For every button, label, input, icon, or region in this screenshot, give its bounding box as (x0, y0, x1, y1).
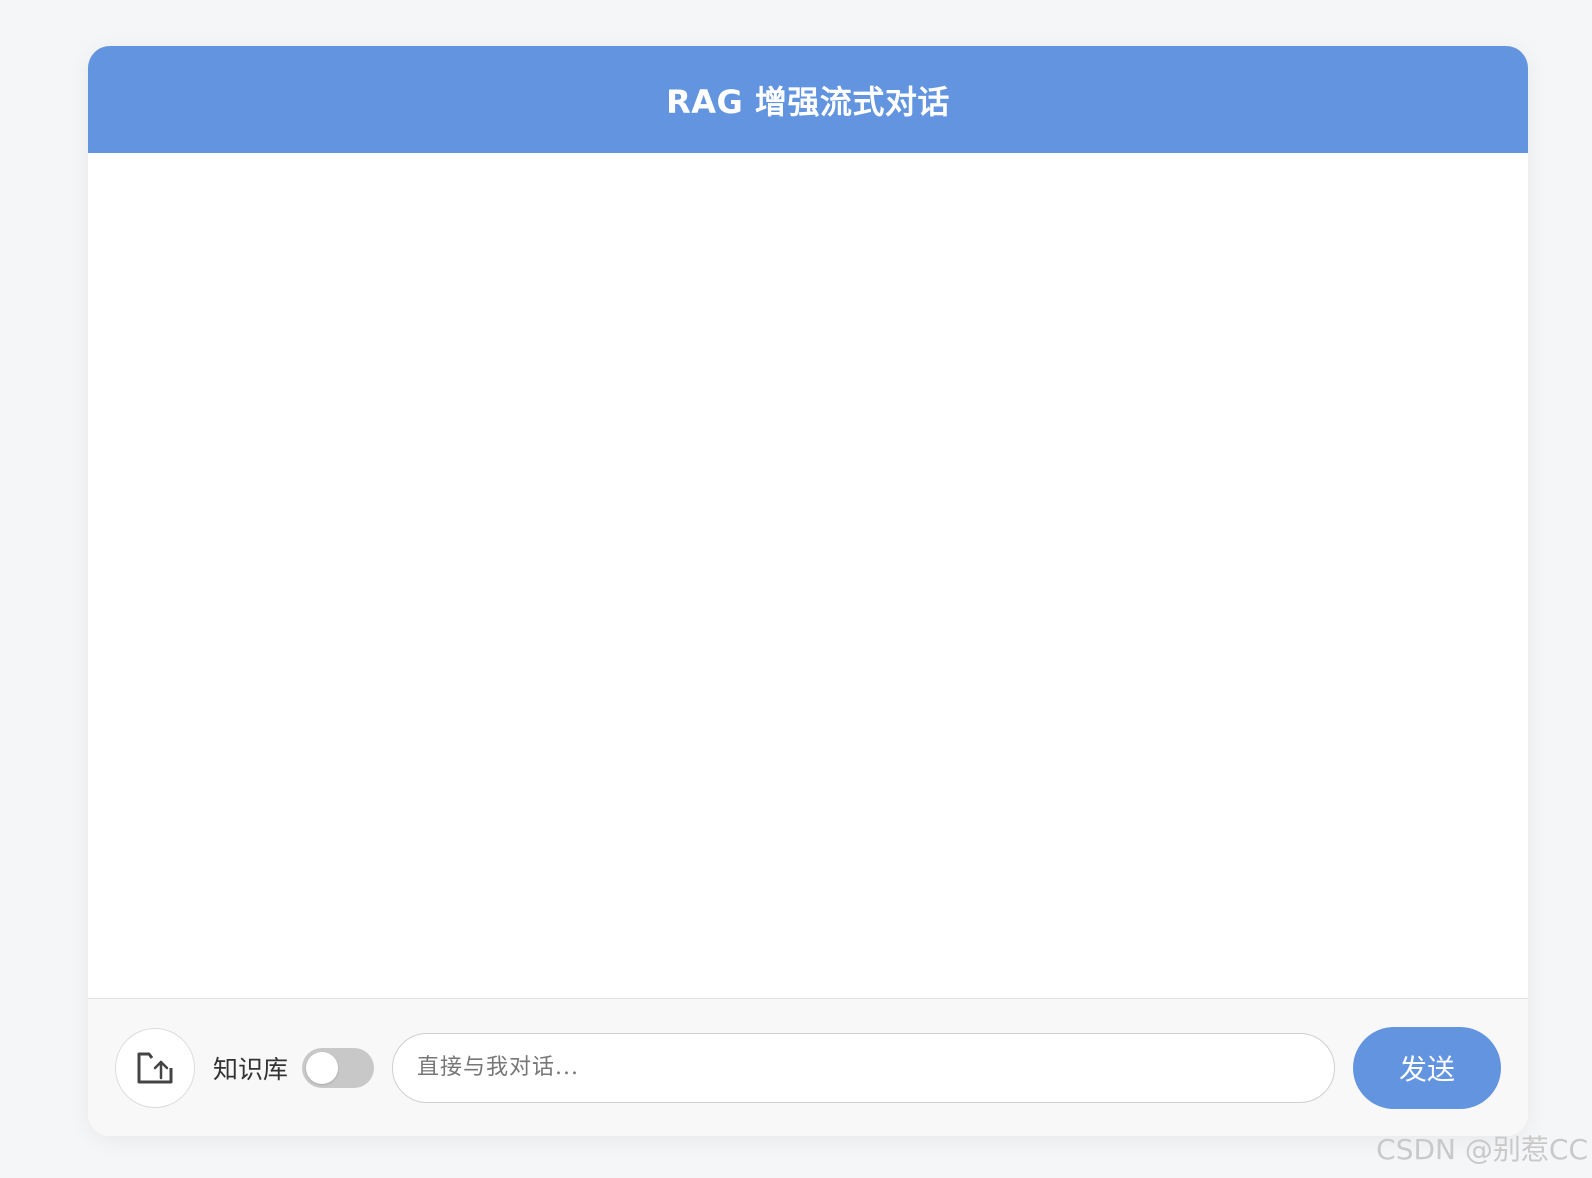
knowledge-base-toggle[interactable] (302, 1047, 375, 1088)
chat-header: RAG 增强流式对话 (88, 46, 1528, 153)
message-area[interactable] (88, 153, 1528, 998)
chat-input[interactable] (392, 1032, 1335, 1103)
upload-button[interactable] (115, 1027, 195, 1108)
page-title: RAG 增强流式对话 (666, 82, 950, 121)
upload-file-icon (137, 1052, 173, 1083)
toggle-knob (306, 1051, 339, 1084)
chat-window: RAG 增强流式对话 知识库 发送 (88, 46, 1528, 1136)
watermark: CSDN @别惹CC (1376, 1133, 1588, 1166)
send-button[interactable]: 发送 (1353, 1026, 1501, 1109)
knowledge-base-label: 知识库 (213, 1054, 289, 1084)
input-bar: 知识库 发送 (88, 998, 1528, 1136)
